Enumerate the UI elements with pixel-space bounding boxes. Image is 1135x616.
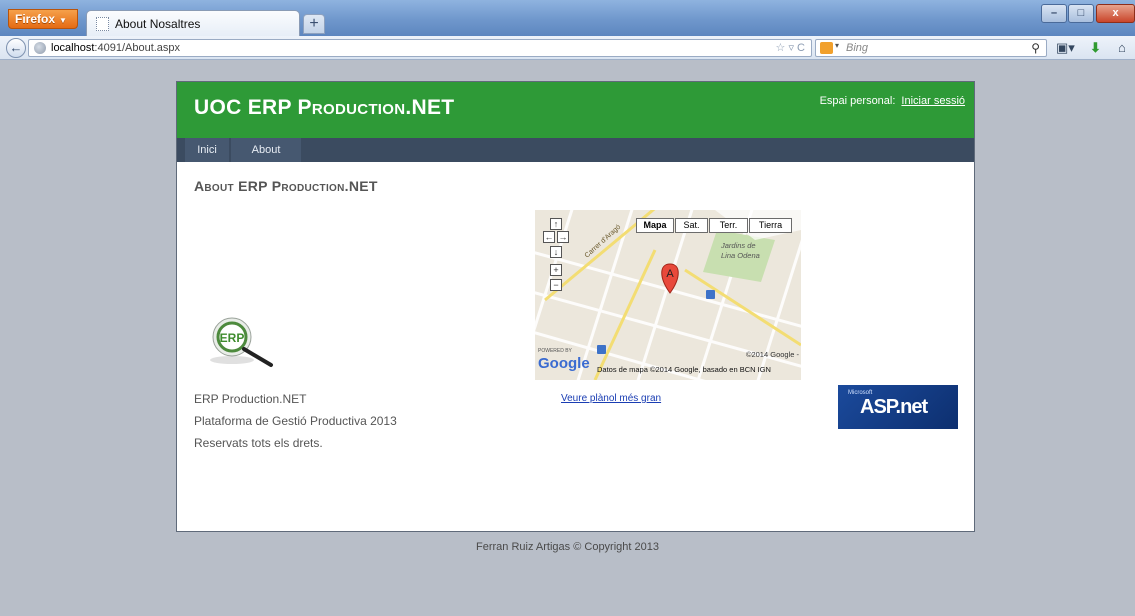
pan-down-icon[interactable]: ↓ <box>550 246 562 258</box>
menu-item-about[interactable]: About <box>231 138 301 162</box>
zoom-out-icon[interactable]: − <box>550 279 562 291</box>
zoom-in-icon[interactable]: + <box>550 264 562 276</box>
pan-up-icon[interactable]: ↑ <box>550 218 562 230</box>
url-path: :4091/About.aspx <box>94 42 181 54</box>
close-button[interactable]: x <box>1096 4 1135 23</box>
menu-item-inici[interactable]: Inici <box>185 138 230 162</box>
page-icon <box>96 17 109 31</box>
site-header: UOC ERP Production.NET Espai personal: In… <box>177 82 974 138</box>
info-line: Reservats tots els drets. <box>194 436 323 450</box>
info-block: ERP Production.NET Plataforma de Gestió … <box>194 388 397 454</box>
chevron-down-icon[interactable]: ▾ <box>835 41 839 50</box>
map-type-earth[interactable]: Tierra <box>749 218 792 233</box>
map-copyright: ©2014 Google - <box>745 350 799 359</box>
pan-left-icon[interactable]: ← <box>543 231 555 243</box>
login-link[interactable]: Iniciar sessió <box>901 95 965 107</box>
site-identity-icon[interactable] <box>34 42 46 54</box>
page-container: UOC ERP Production.NET Espai personal: In… <box>176 81 975 532</box>
bookmarks-icon[interactable]: ▣▾ <box>1056 40 1075 56</box>
search-input[interactable]: ▾ Bing ⚲ <box>815 39 1047 57</box>
svg-text:ERP: ERP <box>220 331 245 345</box>
minimize-button[interactable]: – <box>1041 4 1067 23</box>
home-icon[interactable]: ⌂ <box>1118 40 1126 56</box>
info-line: Plataforma de Gestió Productiva 2013 <box>194 414 397 428</box>
main-menu: Inici About <box>177 138 974 162</box>
back-arrow-icon[interactable]: ← <box>6 38 26 58</box>
powered-by-label: POWERED BY <box>538 348 572 354</box>
map-type-satellite[interactable]: Sat. <box>675 218 708 233</box>
page-title: About ERP Production.NET <box>194 178 378 194</box>
bing-engine-icon[interactable] <box>820 42 833 54</box>
url-bar-icons[interactable]: ☆ ▿ C <box>776 41 805 54</box>
search-icon[interactable]: ⚲ <box>1031 41 1040 55</box>
map-attribution[interactable]: Datos de mapa ©2014 Google, basado en BC… <box>597 365 771 374</box>
tab-title: About Nosaltres <box>115 17 201 31</box>
aspnet-logo[interactable]: Microsoft ASP.net <box>838 385 958 429</box>
pan-right-icon[interactable]: → <box>557 231 569 243</box>
firefox-menu-button[interactable]: Firefox ▼ <box>8 9 78 29</box>
google-map[interactable]: Carrer d'Aragó Jardins de Lina Odena A M… <box>535 210 801 380</box>
place-label: Jardins de <box>720 241 756 250</box>
browser-navbar: ← localhost:4091/About.aspx ☆ ▿ C ▾ Bing… <box>0 36 1135 60</box>
reload-icon[interactable]: C <box>797 42 805 54</box>
firefox-menu-label: Firefox <box>15 12 56 26</box>
new-tab-button[interactable]: + <box>303 14 325 34</box>
browser-titlebar: Firefox ▼ About Nosaltres + – □ x <box>0 0 1135 36</box>
download-icon[interactable]: ⬇ <box>1090 40 1101 56</box>
info-line: ERP Production.NET <box>194 392 307 406</box>
url-bar[interactable]: localhost:4091/About.aspx ☆ ▿ C <box>28 39 812 57</box>
aspnet-logo-text: ASP.net <box>860 396 928 418</box>
page-footer: Ferran Ruiz Artigas © Copyright 2013 <box>476 541 659 553</box>
larger-map-link[interactable]: Veure plànol més gran <box>561 393 661 404</box>
login-area: Espai personal: Iniciar sessió <box>820 95 965 107</box>
google-logo[interactable]: Google <box>538 355 590 372</box>
map-type-terrain[interactable]: Terr. <box>709 218 748 233</box>
caret-down-icon: ▼ <box>59 16 67 25</box>
login-prefix: Espai personal: <box>819 95 896 107</box>
place-label: Lina Odena <box>721 251 760 260</box>
url-host: localhost <box>51 42 95 54</box>
site-title: UOC ERP Production.NET <box>194 96 455 119</box>
maximize-button[interactable]: □ <box>1068 4 1094 23</box>
erp-logo: ERP <box>210 317 273 367</box>
map-type-mapa[interactable]: Mapa <box>636 218 674 233</box>
browser-tab-active[interactable]: About Nosaltres <box>86 10 300 36</box>
map-marker-label: A <box>666 268 674 280</box>
search-placeholder: Bing <box>846 42 869 54</box>
